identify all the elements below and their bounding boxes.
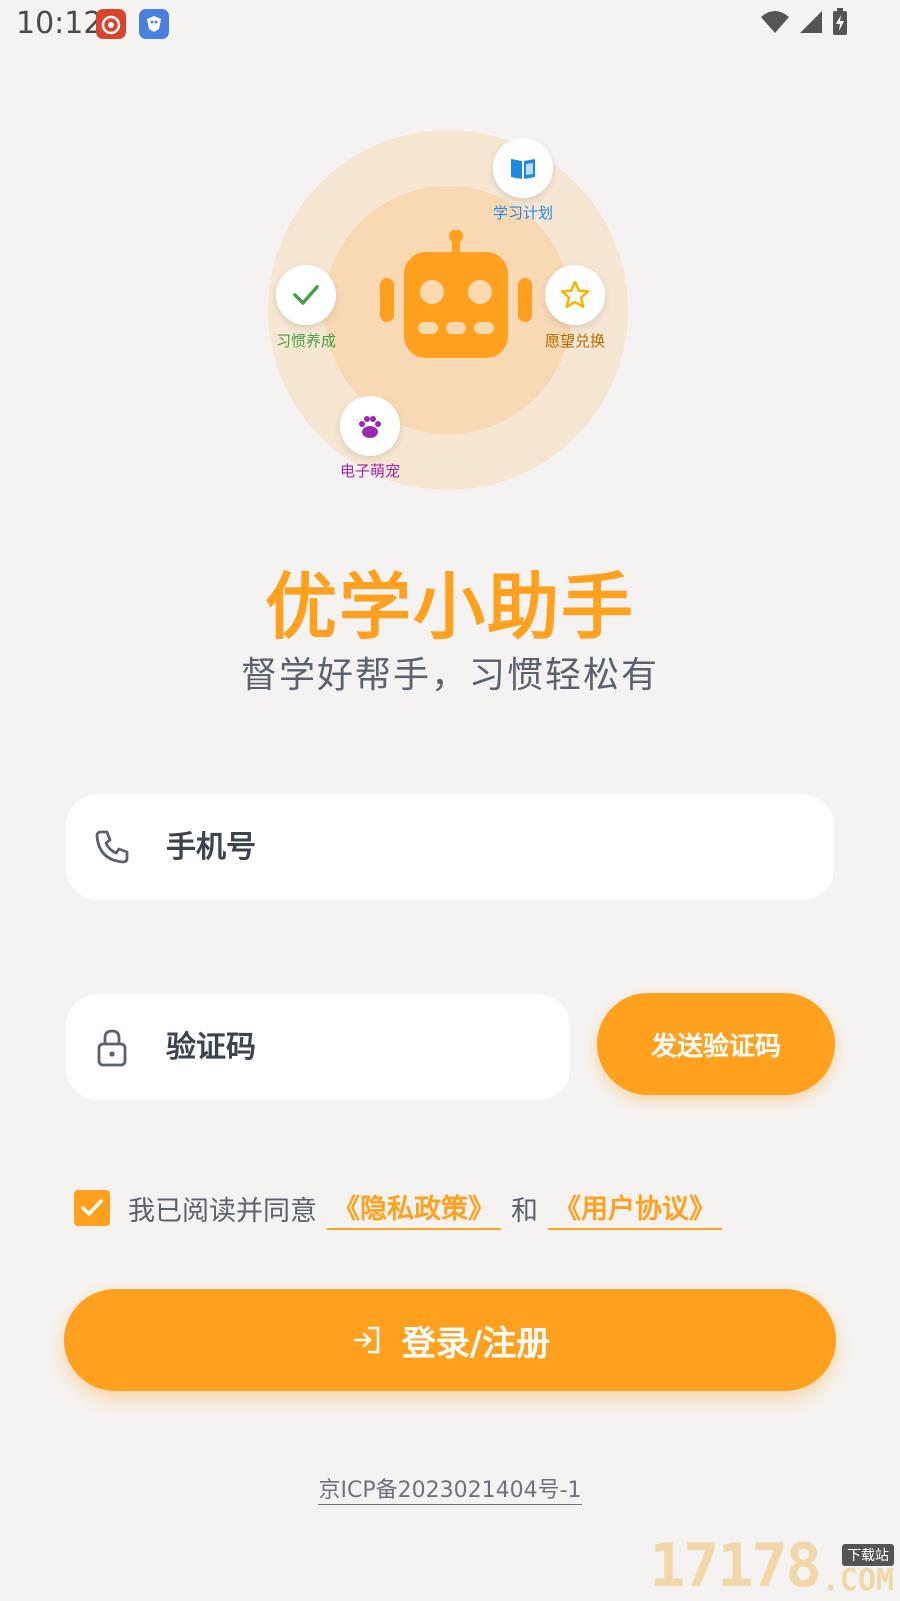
wifi-icon	[761, 11, 789, 33]
agreement-checkbox[interactable]	[74, 1190, 110, 1226]
checkmark-icon	[81, 1199, 103, 1216]
watermark: 17178 下载站 .COM	[649, 1536, 894, 1596]
star-icon	[560, 280, 590, 309]
feature-label-pet: 电子萌宠	[339, 462, 400, 480]
watermark-side: 下载站 .COM	[822, 1544, 894, 1596]
phone-field[interactable]	[66, 794, 834, 900]
battery-charging-icon	[833, 8, 847, 35]
phone-icon	[92, 827, 132, 867]
feature-habit	[276, 265, 336, 325]
book-icon	[511, 159, 535, 179]
login-register-label: 登录/注册	[401, 1323, 551, 1364]
watermark-suffix: .COM	[821, 1563, 894, 1598]
feature-label-study-plan: 学习计划	[492, 204, 553, 222]
app-subtitle: 督学好帮手，习惯轻松有	[240, 655, 659, 696]
hero-illustration: 学习计划 习惯养成 愿望兑换 电子萌宠	[268, 130, 628, 490]
agreement-prefix: 我已阅读并同意	[128, 1195, 317, 1227]
robot-icon	[380, 230, 532, 358]
feature-label-habit: 习惯养成	[275, 332, 336, 350]
feature-label-wish: 愿望兑换	[544, 332, 605, 350]
login-register-button[interactable]: 登录/注册	[64, 1289, 836, 1391]
app-title: 优学小助手	[264, 565, 635, 649]
user-agreement-link[interactable]: 《用户协议》	[548, 1187, 722, 1230]
status-bar: 10:12	[0, 0, 900, 48]
feature-pet	[340, 396, 400, 456]
bird-notification-icon	[139, 9, 169, 39]
agreement-conjunction: 和	[511, 1195, 538, 1227]
feature-wish	[545, 265, 605, 325]
check-icon	[293, 285, 319, 305]
privacy-policy-link[interactable]: 《隐私政策》	[327, 1187, 501, 1230]
status-indicators	[760, 8, 848, 36]
feature-study-plan	[493, 138, 553, 198]
status-time: 10:12	[16, 6, 103, 41]
agreement-row: 我已阅读并同意 《隐私政策》 和 《用户协议》	[74, 1190, 732, 1230]
login-icon	[353, 1326, 380, 1354]
watermark-digits: 17178	[649, 1531, 822, 1601]
lock-icon	[92, 1027, 132, 1067]
send-code-button[interactable]: 发送验证码	[597, 993, 835, 1095]
phone-input[interactable]	[166, 794, 806, 900]
verification-code-input[interactable]	[166, 994, 546, 1100]
paw-icon	[359, 416, 381, 438]
icp-link[interactable]: 京ICP备2023021404号-1	[318, 1478, 582, 1505]
weibo-notification-icon	[96, 9, 126, 39]
icp-footer[interactable]: 京ICP备2023021404号-1	[0, 1472, 900, 1505]
cellular-signal-icon	[800, 11, 822, 33]
verification-code-field[interactable]	[66, 994, 570, 1100]
